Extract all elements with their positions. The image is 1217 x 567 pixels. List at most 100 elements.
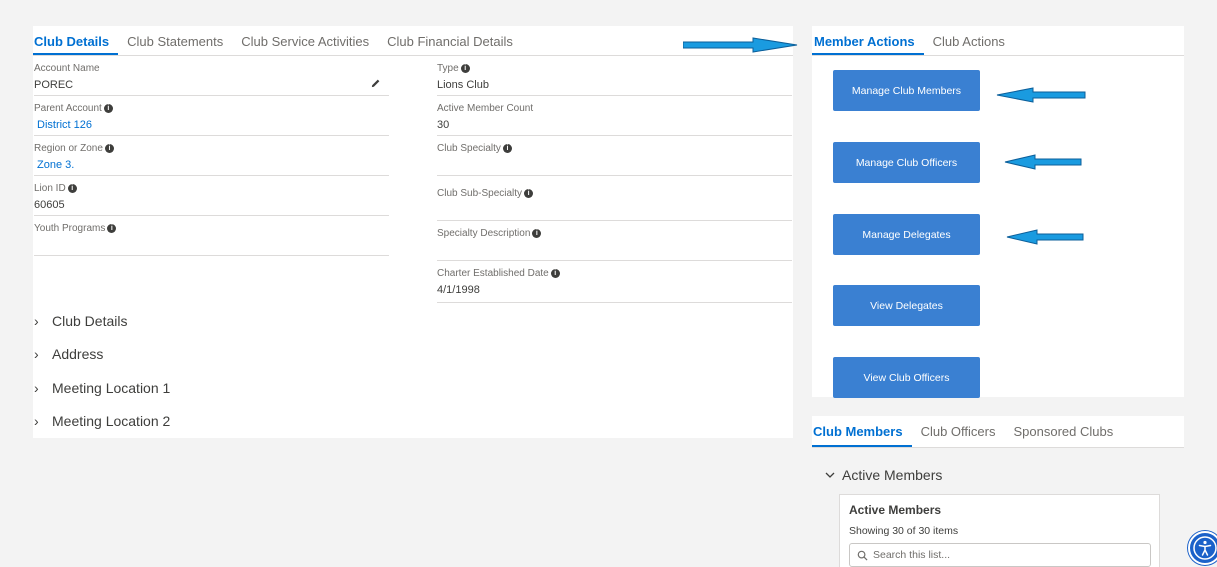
pencil-icon[interactable] [370,78,381,92]
field-parent-account: Parent Account i District 126 [34,102,389,136]
field-account-name: Account Name POREC [34,62,389,96]
field-label-text: Youth Programs [34,223,106,234]
item-count: Showing 30 of 30 items [849,525,959,537]
field-region-zone: Region or Zone i Zone 3. [34,142,389,176]
tab-club-service-activities[interactable]: Club Service Activities [232,26,378,55]
field-value: Lions Club [437,79,489,91]
section-label: Address [52,346,104,363]
field-label: Region or Zone i [34,142,389,155]
tab-club-officers[interactable]: Club Officers [912,416,1005,447]
view-delegates-button[interactable]: View Delegates [833,285,980,326]
club-members-panel: Club Members Club Officers Sponsored Clu… [812,416,1184,567]
field-label-text: Charter Established Date [437,268,549,279]
members-tabs: Club Members Club Officers Sponsored Clu… [812,416,1184,448]
manage-club-officers-button[interactable]: Manage Club Officers [833,142,980,183]
search-placeholder: Search this list... [873,549,951,561]
field-active-member-count: Active Member Count 30 [437,102,792,136]
info-icon[interactable]: i [524,189,534,198]
tab-club-members[interactable]: Club Members [812,416,912,447]
section-meeting-location-1[interactable]: › Meeting Location 1 [33,371,170,405]
field-label: Specialty Description i [437,227,792,240]
members-content: Active Members Active Members Showing 30… [812,448,1184,567]
arrow-left-icon [1004,154,1082,170]
card-title: Active Members [849,503,942,517]
section-meeting-location-2[interactable]: › Meeting Location 2 [33,405,170,439]
chevron-right-icon: › [34,413,39,430]
field-label-text: Lion ID [34,183,66,194]
section-label: Meeting Location 1 [52,379,171,396]
tab-member-actions[interactable]: Member Actions [812,26,924,55]
field-value [437,202,792,220]
field-value [437,157,792,175]
parent-account-link[interactable]: District 126 [34,117,389,135]
field-club-sub-specialty: Club Sub-Specialty i [437,182,792,221]
field-label: Account Name [34,63,100,74]
arrow-left-icon [996,87,1086,103]
active-members-toggle-label: Active Members [842,467,943,483]
field-value [437,242,792,260]
region-zone-link[interactable]: Zone 3. [34,157,389,175]
field-label: Active Member Count [437,103,534,114]
section-label: Meeting Location 2 [52,413,171,430]
tab-club-actions[interactable]: Club Actions [924,26,1014,55]
arrow-left-icon [1006,229,1084,245]
page: Club Details Club Statements Club Servic… [0,0,1217,567]
tab-sponsored-clubs[interactable]: Sponsored Clubs [1004,416,1122,447]
field-value: POREC [34,79,74,91]
info-icon[interactable]: i [460,64,470,73]
actions-tabs: Member Actions Club Actions [812,26,1184,56]
details-fields: Account Name POREC Parent Account i Distr… [33,56,793,326]
chevron-down-icon [825,472,835,478]
manage-delegates-button[interactable]: Manage Delegates [833,214,980,255]
field-label: Parent Account i [34,102,389,115]
active-members-card: Active Members Showing 30 of 30 items Se… [839,494,1160,567]
field-youth-programs: Youth Programs i [34,222,389,256]
search-input[interactable]: Search this list... [849,543,1151,567]
collapsible-sections: › Club Details › Address › Meeting Location… [33,304,170,438]
section-club-details[interactable]: › Club Details [33,304,170,338]
search-icon [857,550,868,561]
field-label-text: Type [437,63,459,74]
info-icon[interactable]: i [104,144,114,153]
info-icon[interactable]: i [107,224,117,233]
chevron-right-icon: › [34,346,39,363]
accessibility-button[interactable] [1188,531,1217,565]
info-icon[interactable]: i [550,269,560,278]
section-label: Club Details [52,312,128,329]
field-label-text: Specialty Description [437,228,531,239]
field-label: Club Specialty i [437,142,792,155]
field-specialty-description: Specialty Description i [437,222,792,261]
tab-club-statements[interactable]: Club Statements [118,26,232,55]
view-club-officers-button[interactable]: View Club Officers [833,357,980,398]
info-icon[interactable]: i [67,184,77,193]
field-lion-id: Lion ID i 60605 [34,182,389,216]
field-label-text: Region or Zone [34,143,103,154]
chevron-right-icon: › [34,312,39,329]
field-label-text: Club Sub-Specialty [437,188,523,199]
field-label: Lion ID i [34,182,389,195]
club-tabs: Club Details Club Statements Club Servic… [33,26,793,56]
field-label: Club Sub-Specialty i [437,187,792,200]
section-address[interactable]: › Address [33,338,170,372]
field-label-text: Parent Account [34,103,102,114]
info-icon[interactable]: i [532,229,542,238]
field-value: 4/1/1998 [437,284,480,296]
field-value [34,237,389,255]
accessibility-icon [1193,536,1217,560]
club-details-panel: Club Details Club Statements Club Servic… [33,26,793,438]
manage-club-members-button[interactable]: Manage Club Members [833,70,980,111]
field-value: 60605 [34,199,65,211]
tab-club-financial-details[interactable]: Club Financial Details [378,26,522,55]
field-label: Type i [437,62,792,75]
field-label-text: Club Specialty [437,143,501,154]
actions-panel: Member Actions Club Actions Manage Club … [812,26,1184,398]
field-value: 30 [437,119,450,131]
chevron-right-icon: › [34,379,39,396]
active-members-toggle[interactable]: Active Members [824,467,942,483]
field-label: Charter Established Date i [437,267,792,280]
tab-club-details[interactable]: Club Details [33,26,119,55]
field-type: Type i Lions Club [437,62,792,96]
field-charter-established-date: Charter Established Date i 4/1/1998 [437,262,792,303]
info-icon[interactable]: i [502,144,512,153]
info-icon[interactable]: i [103,104,113,113]
